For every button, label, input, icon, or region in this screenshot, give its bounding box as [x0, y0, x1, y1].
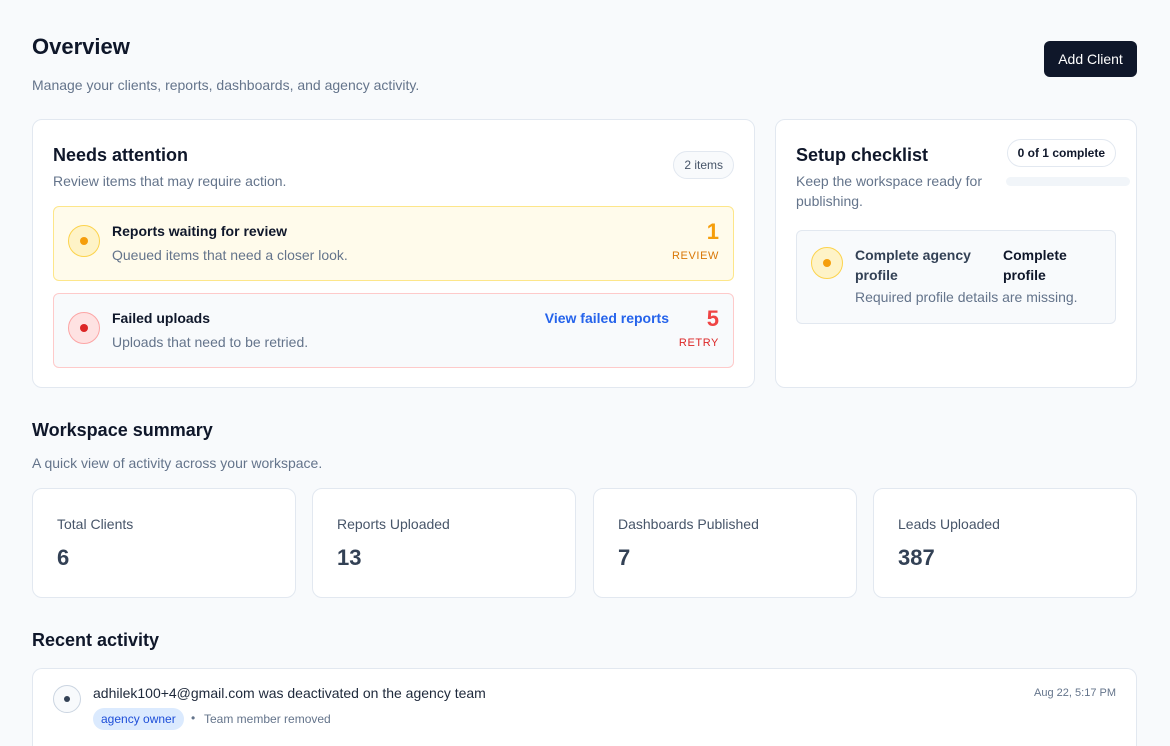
view-failed-reports-link[interactable]: View failed reports: [545, 310, 669, 326]
error-dot-icon: [68, 312, 100, 344]
setup-checklist-card: Setup checklist Keep the workspace ready…: [775, 119, 1137, 388]
checklist-progress-badge: 0 of 1 complete: [1006, 139, 1116, 167]
alert-tag: RETRY: [678, 337, 719, 349]
stat-value: 7: [618, 545, 631, 570]
page-title: Overview: [32, 34, 130, 59]
setup-checklist-title: Setup checklist: [796, 145, 929, 165]
alert-title: Reports waiting for review: [112, 223, 288, 239]
stat-value: 387: [898, 545, 935, 570]
activity-text: adhilek100+4@gmail.com was deactivated o…: [93, 685, 486, 701]
activity-role-badge: agency owner: [93, 708, 184, 730]
stat-value: 6: [57, 545, 70, 570]
alert-description: Queued items that need a closer look.: [112, 247, 348, 263]
needs-attention-card: Needs attention Review items that may re…: [32, 119, 755, 388]
alert-title: Failed uploads: [112, 310, 211, 326]
page-subtitle: Manage your clients, reports, dashboards…: [32, 77, 420, 93]
checklist-progress-bar: [1006, 177, 1130, 186]
stat-card-reports-uploaded: Reports Uploaded 13: [312, 488, 576, 598]
page-header: Overview Manage your clients, reports, d…: [32, 34, 1137, 94]
recent-activity-title: Recent activity: [32, 630, 160, 650]
pending-dot-icon: [811, 247, 843, 279]
add-client-button[interactable]: Add Client: [1044, 41, 1137, 77]
activity-separator: •: [191, 711, 196, 725]
complete-profile-button[interactable]: Complete profile: [1003, 245, 1103, 285]
stat-label: Reports Uploaded: [337, 516, 450, 532]
activity-type: Team member removed: [204, 712, 331, 726]
alert-tag: REVIEW: [672, 250, 719, 262]
recent-activity-card: adhilek100+4@gmail.com was deactivated o…: [32, 668, 1137, 746]
alert-reports-review[interactable]: Reports waiting for review Queued items …: [53, 206, 734, 281]
stat-label: Total Clients: [57, 516, 134, 532]
needs-attention-title: Needs attention: [53, 145, 189, 165]
activity-time: Aug 22, 5:17 PM: [1034, 687, 1116, 699]
stat-label: Dashboards Published: [618, 516, 759, 532]
checklist-task: Complete agency profile Complete profile…: [796, 230, 1116, 324]
workspace-summary-description: A quick view of activity across your wor…: [32, 455, 323, 471]
needs-attention-description: Review items that may require action.: [53, 173, 287, 189]
alert-count: 5: [706, 306, 719, 331]
task-title: Complete agency profile: [855, 247, 971, 283]
setup-checklist-description: Keep the workspace ready for publishing.: [796, 173, 982, 209]
stat-label: Leads Uploaded: [898, 516, 1000, 532]
task-description: Required profile details are missing.: [855, 289, 1078, 305]
workspace-summary-title: Workspace summary: [32, 420, 213, 440]
alert-description: Uploads that need to be retried.: [112, 334, 309, 350]
stat-card-leads-uploaded: Leads Uploaded 387: [873, 488, 1137, 598]
items-count-badge: 2 items: [673, 151, 734, 179]
activity-dot-icon: [53, 685, 81, 713]
stat-value: 13: [337, 545, 362, 570]
stat-card-total-clients: Total Clients 6: [32, 488, 296, 598]
warning-dot-icon: [68, 225, 100, 257]
alert-failed-uploads[interactable]: Failed uploads Uploads that need to be r…: [53, 293, 734, 368]
stat-card-dashboards-published: Dashboards Published 7: [593, 488, 857, 598]
alert-count: 1: [706, 219, 719, 244]
